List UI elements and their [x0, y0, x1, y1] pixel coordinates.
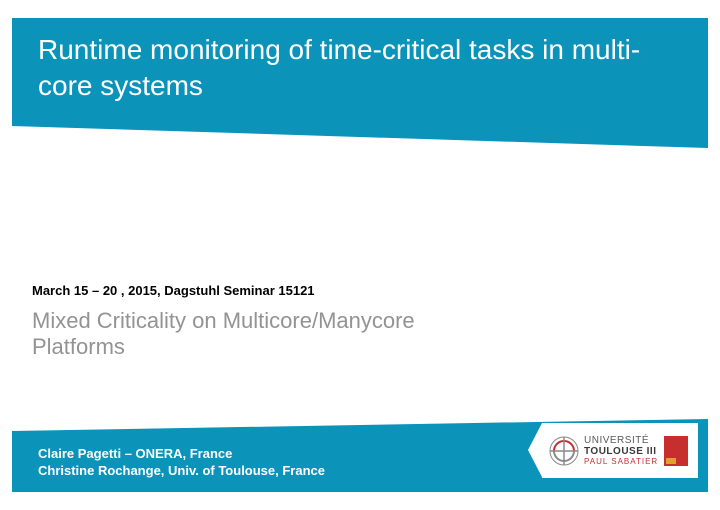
slide-title: Runtime monitoring of time-critical task…: [38, 32, 682, 105]
footer-banner: Claire Pagetti – ONERA, France Christine…: [12, 431, 708, 492]
subtitle-line-1: Mixed Criticality on Multicore/Manycore: [32, 308, 415, 334]
date-seminar-line: March 15 – 20 , 2015, Dagstuhl Seminar 1…: [32, 283, 315, 298]
title-banner: Runtime monitoring of time-critical task…: [12, 18, 708, 126]
subtitle-line-2: Platforms: [32, 334, 415, 360]
crest-icon: [664, 436, 688, 466]
logo-text-line-1: UNIVERSITÉ: [584, 436, 658, 446]
logo-text-line-2: TOULOUSE III: [584, 447, 658, 457]
logo-text-line-3: PAUL SABATIER: [584, 458, 658, 466]
logo-mark-icon: [548, 429, 580, 473]
seminar-subtitle: Mixed Criticality on Multicore/Manycore …: [32, 308, 415, 361]
logo-text: UNIVERSITÉ TOULOUSE III PAUL SABATIER: [584, 436, 658, 466]
university-logo: UNIVERSITÉ TOULOUSE III PAUL SABATIER: [542, 423, 698, 478]
